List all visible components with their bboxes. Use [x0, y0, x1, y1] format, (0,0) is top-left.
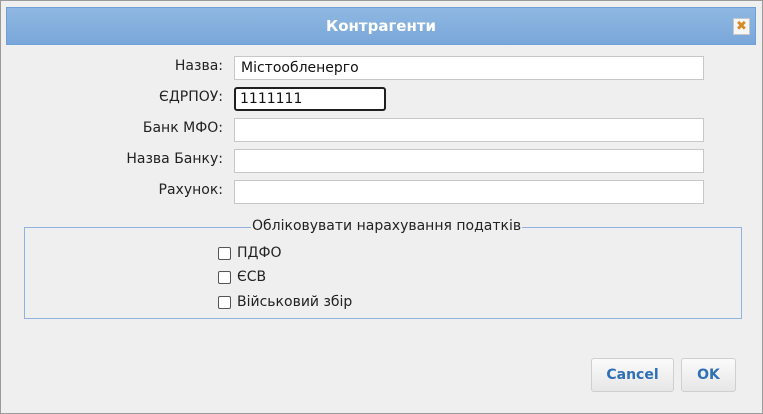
military-tax-checkbox[interactable] [218, 296, 231, 309]
close-icon[interactable]: ✖ [733, 18, 750, 35]
ok-button[interactable]: OK [681, 358, 736, 392]
contractors-dialog: Контрагенти ✖ Назва: ЄДРПОУ: Банк МФО: Н… [0, 0, 763, 414]
dialog-titlebar[interactable]: Контрагенти ✖ [6, 7, 756, 45]
name-label: Назва: [174, 58, 223, 74]
account-label: Рахунок: [158, 182, 223, 198]
bank-mfo-label: Банк МФО: [142, 120, 223, 136]
edrpou-label: ЄДРПОУ: [159, 89, 223, 105]
pdfo-checkbox[interactable] [218, 247, 231, 260]
dialog-title: Контрагенти [325, 17, 437, 35]
bank-name-input[interactable] [234, 149, 704, 173]
esv-checkbox-label[interactable]: ЄСВ [237, 269, 266, 285]
taxes-fieldset [24, 227, 742, 319]
military-tax-checkbox-label[interactable]: Військовий збір [237, 294, 352, 310]
taxes-legend: Обліковувати нарахування податків [251, 218, 523, 234]
cancel-button[interactable]: Cancel [591, 358, 674, 392]
name-input[interactable] [234, 56, 704, 80]
pdfo-checkbox-label[interactable]: ПДФО [237, 245, 282, 261]
esv-checkbox[interactable] [218, 271, 231, 284]
edrpou-input[interactable] [234, 87, 386, 111]
account-input[interactable] [234, 180, 704, 204]
bank-name-label: Назва Банку: [126, 151, 223, 167]
bank-mfo-input[interactable] [234, 118, 704, 142]
